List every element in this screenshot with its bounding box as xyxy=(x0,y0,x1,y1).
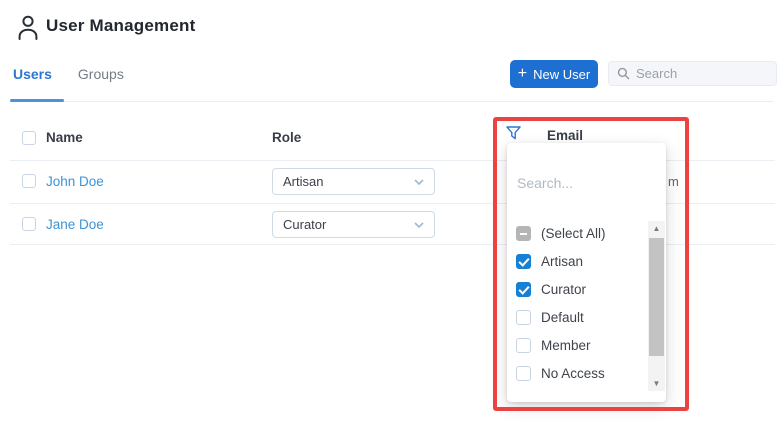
new-user-button[interactable]: + New User xyxy=(510,60,598,88)
row-checkbox[interactable] xyxy=(22,217,36,231)
filter-option-label: Artisan xyxy=(541,253,584,269)
chevron-down-icon xyxy=(414,221,424,228)
row-checkbox[interactable] xyxy=(22,174,36,188)
scroll-up-icon[interactable]: ▲ xyxy=(648,221,665,236)
scroll-down-icon[interactable]: ▼ xyxy=(648,376,665,391)
active-tab-underline xyxy=(10,99,64,102)
filter-option-label: Member xyxy=(541,337,591,353)
role-select-value: Curator xyxy=(283,217,327,232)
scrollbar-thumb[interactable] xyxy=(649,238,664,356)
user-name-link[interactable]: Jane Doe xyxy=(46,217,104,232)
checkbox-unchecked[interactable] xyxy=(516,309,531,325)
column-header-role[interactable]: Role xyxy=(272,130,301,145)
role-select[interactable]: Artisan xyxy=(272,168,435,195)
email-filter-popup: (Select All) Artisan Curator Default Mem… xyxy=(507,143,666,402)
filter-list-scrollbar[interactable]: ▲ ▼ xyxy=(648,221,665,391)
global-search-input[interactable] xyxy=(636,66,768,81)
filter-option-label: Default xyxy=(541,309,584,325)
tab-groups[interactable]: Groups xyxy=(78,66,124,82)
global-search-box[interactable] xyxy=(608,61,777,86)
role-select[interactable]: Curator xyxy=(272,211,435,238)
checkbox-checked[interactable] xyxy=(516,253,531,269)
checkbox-checked[interactable] xyxy=(516,281,531,297)
user-management-icon xyxy=(16,14,40,40)
filter-option-member[interactable]: Member xyxy=(507,331,647,359)
filter-option-label: (Select All) xyxy=(541,225,606,241)
filter-option-curator[interactable]: Curator xyxy=(507,275,647,303)
checkbox-unchecked[interactable] xyxy=(516,337,531,353)
filter-option-no-access[interactable]: No Access xyxy=(507,359,647,387)
tab-users[interactable]: Users xyxy=(13,66,52,82)
filter-option-label: No Access xyxy=(541,365,605,381)
filter-option-default[interactable]: Default xyxy=(507,303,647,331)
checkbox-unchecked[interactable] xyxy=(516,365,531,381)
role-select-value: Artisan xyxy=(283,174,324,189)
filter-search-input[interactable] xyxy=(517,171,632,195)
plus-icon: + xyxy=(517,65,528,82)
truncated-email-text: m xyxy=(668,174,679,189)
filter-icon[interactable] xyxy=(506,126,521,140)
tabbar-divider xyxy=(10,101,773,102)
new-user-button-label: New User xyxy=(533,66,591,82)
chevron-down-icon xyxy=(414,178,424,185)
filter-option-artisan[interactable]: Artisan xyxy=(507,247,647,275)
filter-option-select-all[interactable]: (Select All) xyxy=(507,219,647,247)
tab-bar: Users Groups xyxy=(13,66,124,82)
checkbox-indeterminate[interactable] xyxy=(516,225,531,241)
user-name-link[interactable]: John Doe xyxy=(46,174,104,189)
page-title: User Management xyxy=(46,16,196,35)
select-all-rows-checkbox[interactable] xyxy=(22,131,36,145)
column-header-email[interactable]: Email xyxy=(547,128,583,143)
filter-option-list: (Select All) Artisan Curator Default Mem… xyxy=(507,219,647,387)
search-icon xyxy=(617,67,630,80)
column-header-name[interactable]: Name xyxy=(46,130,83,145)
filter-option-label: Curator xyxy=(541,281,587,297)
